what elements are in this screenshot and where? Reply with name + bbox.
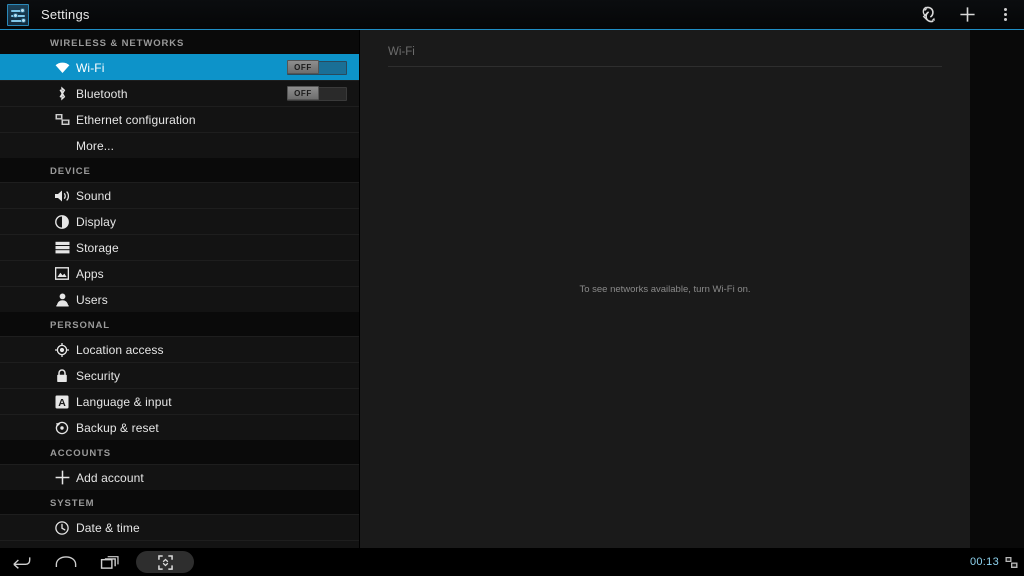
sidebar-item-apps[interactable]: Apps — [0, 260, 359, 286]
sidebar-item-sound[interactable]: Sound — [0, 182, 359, 208]
sidebar-item-label: Apps — [76, 266, 104, 281]
wifi-toggle-label: OFF — [294, 62, 312, 72]
sidebar-item-label: Sound — [76, 188, 112, 203]
wifi-detail-panel: Wi-Fi To see networks available, turn Wi… — [360, 30, 970, 548]
status-area: 00:13 — [970, 556, 1024, 569]
titlebar-actions — [910, 0, 1024, 30]
sidebar-item-label: Security — [76, 368, 121, 383]
fullscreen-icon[interactable] — [136, 551, 194, 573]
bluetooth-toggle-label: OFF — [294, 88, 312, 98]
bluetooth-icon — [54, 86, 70, 102]
detail-pane: Wi-Fi To see networks available, turn Wi… — [360, 30, 1024, 548]
sidebar-item-label: Backup & reset — [76, 420, 159, 435]
sidebar-item-label: Storage — [76, 240, 119, 255]
sidebar-item-label: Ethernet configuration — [76, 112, 196, 127]
ethernet-icon — [54, 112, 70, 128]
section-header-accounts: ACCOUNTS — [0, 440, 359, 464]
sidebar-item-more[interactable]: More... — [0, 132, 359, 158]
section-header-device: DEVICE — [0, 158, 359, 182]
clock-icon — [54, 520, 70, 536]
settings-sliders-icon — [7, 3, 29, 26]
titlebar: Settings — [0, 0, 1024, 30]
plus-icon — [54, 470, 70, 486]
recents-icon[interactable] — [88, 548, 132, 576]
wifi-toggle[interactable]: OFF — [287, 60, 347, 75]
sidebar-item-ethernet-configuration[interactable]: Ethernet configuration — [0, 106, 359, 132]
home-icon[interactable] — [44, 548, 88, 576]
network-status-icon[interactable] — [1005, 556, 1018, 569]
sidebar-item-label: Location access — [76, 342, 164, 357]
svg-text:A: A — [58, 397, 66, 409]
backup-restore-icon — [54, 420, 70, 436]
wifi-empty-message: To see networks available, turn Wi-Fi on… — [579, 283, 751, 295]
add-icon[interactable] — [948, 0, 986, 30]
speaker-icon — [54, 188, 70, 204]
back-icon[interactable] — [0, 548, 44, 576]
content-area: WIRELESS & NETWORKS Wi-Fi OFF Bluetooth … — [0, 30, 1024, 548]
lock-icon — [54, 368, 70, 384]
user-icon — [54, 292, 70, 308]
sidebar-item-security[interactable]: Security — [0, 362, 359, 388]
apps-icon — [54, 266, 70, 282]
sidebar-item-label: Date & time — [76, 520, 140, 535]
bluetooth-toggle[interactable]: OFF — [287, 86, 347, 101]
scan-refresh-icon[interactable] — [910, 0, 948, 30]
sidebar-item-location-access[interactable]: Location access — [0, 336, 359, 362]
sidebar-item-date-and-time[interactable]: Date & time — [0, 514, 359, 540]
sidebar-item-users[interactable]: Users — [0, 286, 359, 312]
section-header-system: SYSTEM — [0, 490, 359, 514]
sidebar-item-backup-and-reset[interactable]: Backup & reset — [0, 414, 359, 440]
status-clock[interactable]: 00:13 — [970, 556, 999, 568]
sidebar-item-label: Bluetooth — [76, 86, 128, 101]
sidebar-item-wifi[interactable]: Wi-Fi OFF — [0, 54, 359, 80]
sidebar-item-label: More... — [76, 138, 115, 153]
sidebar-item-accessibility[interactable]: Accessibility — [0, 540, 359, 548]
language-a-icon: A — [54, 394, 70, 410]
pane-title: Wi-Fi — [388, 46, 415, 58]
sidebar-item-label: Wi-Fi — [76, 60, 105, 75]
sidebar-item-display[interactable]: Display — [0, 208, 359, 234]
sidebar-item-label: Language & input — [76, 394, 172, 409]
wifi-icon — [54, 60, 70, 76]
brightness-icon — [54, 214, 70, 230]
sidebar-item-add-account[interactable]: Add account — [0, 464, 359, 490]
sidebar-item-label: Users — [76, 292, 108, 307]
system-navigation-bar: 00:13 — [0, 548, 1024, 576]
overflow-menu-icon[interactable] — [986, 0, 1024, 30]
section-header-personal: PERSONAL — [0, 312, 359, 336]
sidebar-item-language-and-input[interactable]: A Language & input — [0, 388, 359, 414]
sidebar-item-label: Add account — [76, 470, 144, 485]
pane-right-gutter — [970, 30, 1024, 548]
sidebar-item-storage[interactable]: Storage — [0, 234, 359, 260]
section-header-wireless: WIRELESS & NETWORKS — [0, 30, 359, 54]
sidebar-item-bluetooth[interactable]: Bluetooth OFF — [0, 80, 359, 106]
settings-sidebar[interactable]: WIRELESS & NETWORKS Wi-Fi OFF Bluetooth … — [0, 30, 360, 548]
storage-icon — [54, 240, 70, 256]
location-crosshair-icon — [54, 342, 70, 358]
android-settings-screen: Settings WIRELESS & NETWORKS Wi-Fi OFF B… — [0, 0, 1024, 576]
pane-divider — [388, 66, 942, 67]
sidebar-item-label: Display — [76, 214, 117, 229]
page-title: Settings — [41, 7, 90, 22]
